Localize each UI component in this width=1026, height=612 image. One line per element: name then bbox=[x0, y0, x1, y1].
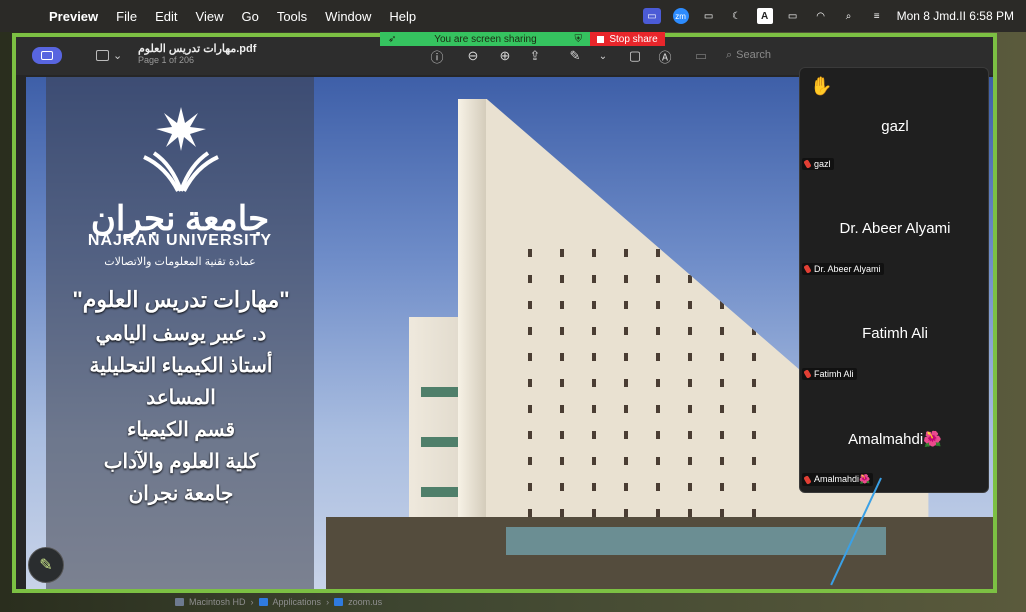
participant-label: Dr. Abeer Alyami bbox=[802, 263, 884, 275]
display-icon[interactable]: ▭ bbox=[701, 8, 717, 24]
path-segment[interactable]: Macintosh HD bbox=[189, 597, 246, 607]
participant-label: Fatimh Ali bbox=[802, 368, 857, 380]
participant-tile[interactable]: Amalmahdi🌺 Amalmahdi🌺 bbox=[800, 413, 990, 493]
stop-share-label: Stop share bbox=[609, 33, 658, 45]
participant-name: Dr. Abeer Alyami bbox=[839, 220, 951, 237]
control-center-icon[interactable]: ≡ bbox=[869, 8, 885, 24]
menu-app-preview[interactable]: Preview bbox=[49, 9, 98, 24]
participant-name: gazl bbox=[881, 118, 909, 135]
input-source-icon[interactable]: A bbox=[756, 8, 773, 24]
participant-name: Fatimh Ali bbox=[862, 325, 928, 342]
participant-tile[interactable]: Fatimh Ali Fatimh Ali bbox=[800, 308, 990, 388]
participant-label-text: Fatimh Ali bbox=[814, 369, 854, 379]
path-segment[interactable]: zoom.us bbox=[348, 597, 382, 607]
participant-label: Amalmahdi🌺 bbox=[802, 473, 874, 486]
sharing-status-text: You are screen sharing bbox=[434, 33, 537, 45]
wifi-icon[interactable]: ◠ bbox=[813, 8, 829, 24]
stop-share-button[interactable]: Stop share bbox=[590, 32, 665, 46]
app-icon bbox=[334, 597, 344, 606]
chevron-right-icon: › bbox=[250, 596, 254, 607]
spotlight-search-icon[interactable]: ⌕ bbox=[841, 8, 857, 24]
menu-file[interactable]: File bbox=[116, 9, 137, 24]
muted-mic-icon bbox=[803, 369, 812, 379]
muted-mic-icon bbox=[803, 474, 812, 485]
menu-tools[interactable]: Tools bbox=[277, 9, 307, 24]
menu-bar: Preview File Edit View Go Tools Window H… bbox=[0, 0, 1026, 32]
battery-icon[interactable]: ▭ bbox=[785, 8, 801, 24]
menu-help[interactable]: Help bbox=[389, 9, 416, 24]
participant-tile[interactable]: Dr. Abeer Alyami Dr. Abeer Alyami bbox=[800, 203, 990, 283]
moon-icon[interactable]: ☾ bbox=[729, 8, 745, 24]
chevron-right-icon: › bbox=[326, 596, 330, 607]
zoom-status-icon[interactable]: zm bbox=[672, 8, 689, 24]
sharing-status[interactable]: ➶ You are screen sharing ⛨ bbox=[380, 32, 590, 46]
screen-share-status-icon[interactable]: ▭ bbox=[643, 8, 661, 24]
menu-go[interactable]: Go bbox=[241, 9, 258, 24]
participant-label-text: Amalmahdi🌺 bbox=[814, 474, 871, 484]
muted-mic-icon bbox=[803, 264, 812, 274]
stop-icon bbox=[597, 35, 605, 43]
pin-icon: ➶ bbox=[388, 33, 397, 45]
participant-name: Amalmahdi🌺 bbox=[848, 431, 942, 448]
path-bar: Macintosh HD › Applications › zoom.us bbox=[175, 595, 382, 608]
clock[interactable]: Mon 8 Jmd.II 6:58 PM bbox=[897, 9, 1014, 23]
zoom-participants-panel: ✋ gazl gazl Dr. Abeer Alyami Dr. Abeer A… bbox=[799, 67, 989, 493]
raise-hand-icon[interactable]: ✋ bbox=[810, 76, 832, 97]
menu-edit[interactable]: Edit bbox=[155, 9, 177, 24]
status-area: ▭ zm ▭ ☾ A ▭ ◠ ⌕ ≡ Mon 8 Jmd.II 6:58 PM bbox=[643, 0, 1014, 32]
muted-mic-icon bbox=[803, 159, 812, 169]
shield-icon: ⛨ bbox=[574, 33, 583, 45]
participant-tile[interactable]: gazl gazl bbox=[800, 98, 990, 178]
disk-icon bbox=[175, 597, 184, 606]
participant-label-text: Dr. Abeer Alyami bbox=[814, 264, 881, 274]
folder-icon bbox=[258, 597, 268, 606]
participant-label-text: gazl bbox=[814, 159, 831, 169]
path-segment[interactable]: Applications bbox=[273, 597, 322, 607]
menu-window[interactable]: Window bbox=[325, 9, 371, 24]
menu-view[interactable]: View bbox=[196, 9, 224, 24]
screen-share-bar: ➶ You are screen sharing ⛨ Stop share bbox=[380, 32, 665, 46]
participant-label: gazl bbox=[802, 158, 834, 170]
